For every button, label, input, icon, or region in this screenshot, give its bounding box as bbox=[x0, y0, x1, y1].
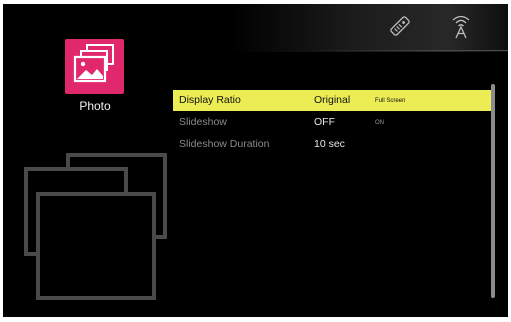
top-divider bbox=[303, 50, 508, 51]
setting-row-slideshow[interactable]: Slideshow OFF ON bbox=[173, 112, 491, 133]
media-settings-screen: Photo Display Ratio Original Full Screen… bbox=[3, 4, 508, 317]
photo-frames-icon bbox=[23, 152, 168, 302]
category-label: Photo bbox=[79, 99, 111, 113]
setting-alternate-option[interactable]: Full Screen bbox=[375, 98, 405, 104]
setting-value[interactable]: Original bbox=[314, 94, 350, 106]
scrollbar-thumb[interactable] bbox=[491, 84, 495, 298]
wireless-signal-icon bbox=[449, 12, 473, 40]
setting-row-slideshow-duration[interactable]: Slideshow Duration 10 sec bbox=[173, 134, 491, 155]
setting-label: Display Ratio bbox=[179, 94, 241, 106]
setting-label: Slideshow bbox=[179, 116, 227, 128]
setting-alternate-option[interactable]: ON bbox=[375, 120, 384, 126]
setting-value[interactable]: 10 sec bbox=[314, 138, 345, 150]
setting-value[interactable]: OFF bbox=[314, 116, 335, 128]
photo-gallery-icon[interactable] bbox=[65, 39, 124, 94]
setting-label: Slideshow Duration bbox=[179, 138, 270, 150]
setting-row-display-ratio[interactable]: Display Ratio Original Full Screen bbox=[173, 90, 491, 111]
settings-list: Display Ratio Original Full Screen Slide… bbox=[173, 90, 491, 155]
remote-control-icon bbox=[388, 12, 412, 40]
